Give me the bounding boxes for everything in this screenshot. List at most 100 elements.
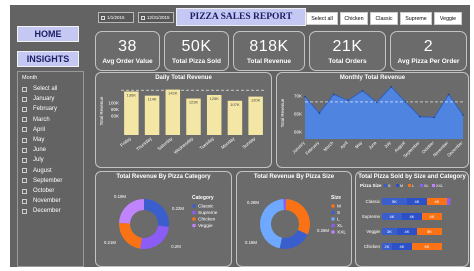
kpi-label: Total Revenue [247, 58, 291, 65]
category-button-chicken[interactable]: Chicken [340, 12, 368, 25]
checkbox[interactable] [22, 157, 27, 163]
month-slicer-item[interactable]: March [22, 115, 50, 125]
month-slicer-item[interactable]: Select all [22, 84, 57, 94]
month-slicer-item[interactable]: May [22, 135, 44, 145]
tick-label-y: 65K [294, 111, 302, 116]
category-button-classic[interactable]: Classic [370, 12, 398, 25]
data-label: 0.28M [247, 200, 259, 205]
legend-marker [396, 184, 399, 187]
checkbox[interactable] [22, 117, 27, 123]
month-label: September [33, 177, 63, 184]
legend-label: XXL [337, 230, 346, 236]
data-point [332, 93, 335, 96]
tick-label-y: 80K [111, 107, 119, 112]
category-label: Supreme [362, 214, 381, 219]
home-button[interactable]: HOME [17, 26, 79, 42]
legend-label: XL [337, 223, 343, 229]
legend-title: Size [331, 195, 341, 201]
data-point [376, 101, 378, 104]
legend-marker [192, 217, 196, 221]
month-slicer-item[interactable]: November [22, 196, 61, 206]
donut-slice [285, 199, 310, 235]
kpi-label: Avg Order Value [102, 58, 153, 65]
legend-label: Supreme [198, 210, 218, 216]
data-label: 120K [251, 98, 261, 103]
month-slicer-item[interactable]: October [22, 186, 54, 196]
checkbox[interactable] [22, 106, 27, 112]
bar-segment [447, 198, 450, 205]
month-slicer-item[interactable]: June [22, 145, 46, 155]
start-date-input[interactable]: 1/1/2015 [98, 12, 134, 23]
tick-label-y: 100K [108, 101, 119, 106]
data-label: 123K [189, 100, 199, 105]
tick-label-x: Thursday [135, 135, 153, 151]
checkbox[interactable] [22, 178, 27, 184]
category-label: Chicken [364, 244, 381, 249]
tick-label-x: Tuesday [199, 135, 216, 150]
month-slicer-item[interactable]: April [22, 125, 45, 135]
kpi-card-total-revenue: 818K Total Revenue [233, 31, 305, 71]
checkbox[interactable] [22, 96, 27, 102]
size-category-chart: Total Pizza Sold by Size and Category Pi… [355, 171, 469, 267]
legend-label: S [337, 210, 340, 216]
legend-marker [420, 184, 423, 187]
data-label: 6K [425, 244, 430, 249]
donut-slice [140, 225, 169, 249]
daily-revenue-chart: Daily Total Revenue Total Revenue 60K 80K 1… [95, 72, 272, 168]
legend-marker [192, 223, 196, 228]
data-label: 3K [387, 229, 392, 234]
category-button-supreme[interactable]: Supreme [400, 12, 432, 25]
legend-marker [331, 230, 335, 234]
category-label: Classic [365, 199, 380, 204]
tick-label-y: 60K [294, 129, 302, 134]
month-slicer-item[interactable]: February [22, 104, 57, 114]
checkbox[interactable] [22, 188, 27, 194]
donut-slice [260, 199, 285, 249]
month-slicer-item[interactable]: December [22, 206, 61, 216]
checkbox[interactable] [22, 127, 27, 133]
month-slicer-item[interactable]: July [22, 155, 44, 165]
legend-label: L [337, 217, 340, 223]
checkbox[interactable] [22, 168, 27, 174]
tick-label-x: March [322, 140, 334, 152]
data-label: 4K [430, 214, 435, 219]
tick-label-x: Wednesday [173, 135, 195, 155]
data-label: 125K [210, 96, 220, 101]
donut-slice [144, 199, 169, 227]
data-label: 136K [127, 92, 137, 97]
data-label: 5K [427, 229, 432, 234]
insights-button[interactable]: INSIGHTS [17, 51, 79, 67]
month-label: July [33, 157, 44, 164]
kpi-label: Total Pizza Sold [172, 58, 221, 65]
checkbox[interactable] [22, 137, 27, 143]
month-slicer-item[interactable]: January [22, 94, 54, 104]
tick-label-x: May [354, 140, 364, 150]
category-label: Veggie [366, 229, 380, 234]
checkbox[interactable] [22, 147, 27, 153]
kpi-card-total-orders: 21K Total Orders [309, 31, 386, 71]
monthly-revenue-chart: Monthly Total Revenue Total Revenue 60K 65… [276, 72, 469, 168]
month-slicer-item[interactable]: September [22, 176, 62, 186]
checkbox[interactable] [22, 86, 27, 92]
data-point [419, 115, 421, 118]
category-button-select-all[interactable]: Select all [306, 12, 338, 25]
checkbox[interactable] [22, 208, 27, 214]
end-date-input[interactable]: 12/31/2015 [138, 12, 174, 23]
data-label: 107K [230, 102, 240, 107]
data-label: 4K [410, 214, 415, 219]
daily-revenue-plot: Total Revenue 60K80K100K 136K Friday 114K Thu… [99, 89, 266, 155]
checkbox[interactable] [22, 198, 27, 204]
axis-label-y: Total Revenue [280, 98, 285, 127]
legend-marker [331, 210, 335, 215]
data-label: 4K [390, 214, 395, 219]
month-slicer-item[interactable]: August [22, 166, 52, 176]
donut-slice [119, 199, 144, 224]
legend-marker [331, 217, 335, 221]
category-button-veggie[interactable]: Veggie [434, 12, 462, 25]
tick-label-x: July [383, 140, 393, 150]
data-label: 4K [405, 229, 410, 234]
tick-label-x: Sunday [241, 135, 256, 149]
donut-slice [119, 223, 142, 249]
tick-label-y: 70K [294, 93, 302, 98]
month-label: April [33, 126, 46, 133]
